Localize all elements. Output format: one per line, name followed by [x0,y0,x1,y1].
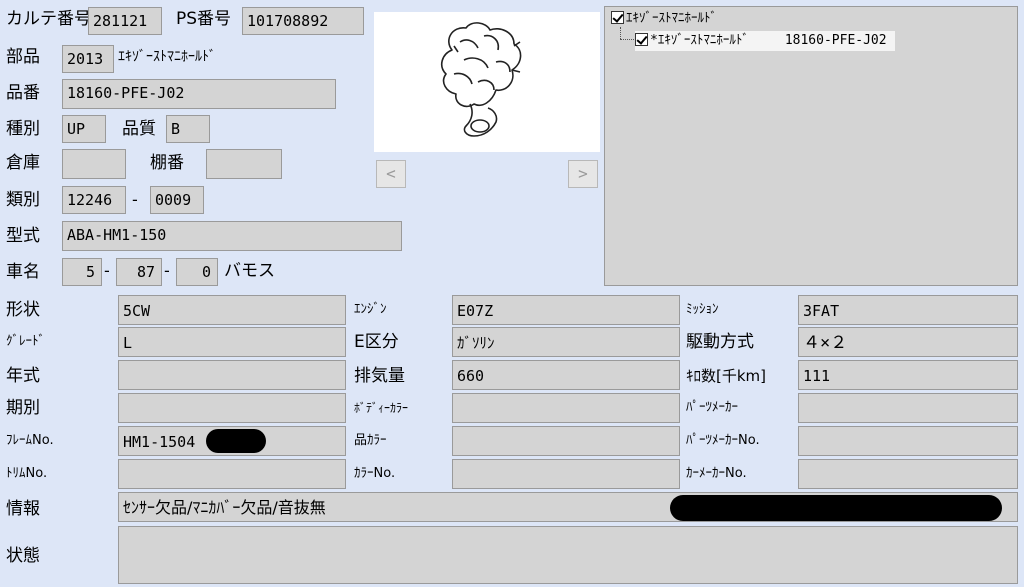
tree-connector-horizontal [620,39,634,40]
car-code-field-3[interactable]: 0 [176,258,218,286]
year-field[interactable] [118,360,346,390]
mission-label: ﾐｯｼｮﾝ [686,302,719,317]
quality-label: 品質 [122,119,156,139]
tree-root-checkbox[interactable] [611,11,624,24]
car-separator-2: - [164,261,170,280]
part-name-text: ｴｷｿﾞｰｽﾄﾏﾆﾎｰﾙﾄﾞ [118,49,216,65]
parts-tree-view[interactable]: ｴｷｿﾞｰｽﾄﾏﾆﾎｰﾙﾄﾞ *ｴｷｿﾞｰｽﾄﾏﾆﾎｰﾙﾄﾞ 18160-PFE-… [604,6,1018,286]
info-label: 情報 [6,499,40,519]
parts-maker-number-label: ﾊﾟｰﾂﾒｰｶｰNo. [686,433,760,448]
grade-label: ｸﾞﾚｰﾄﾞ [6,334,45,349]
year-label: 年式 [6,366,40,386]
displacement-label: 排気量 [354,366,405,386]
displacement-field[interactable]: 660 [452,360,680,390]
karte-number-field[interactable]: 281121 [88,7,162,35]
km-label: ｷﾛ数[千km] [686,367,767,385]
tree-child-checkbox[interactable] [635,33,648,46]
e-class-field[interactable]: ｶﾞｿﾘﾝ [452,327,680,357]
category-label: 類別 [6,190,40,210]
kind-label: 種別 [6,119,40,139]
model-field[interactable]: ABA-HM1-150 [62,221,402,251]
car-code-field-1[interactable]: 5 [62,258,102,286]
body-color-field[interactable] [452,393,680,423]
engine-field[interactable]: E07Z [452,295,680,325]
e-class-label: E区分 [354,332,399,352]
period-field[interactable] [118,393,346,423]
drive-label: 駆動方式 [686,332,754,352]
part-label: 部品 [6,47,40,67]
car-code-field-2[interactable]: 87 [116,258,162,286]
shape-label: 形状 [6,300,40,320]
grade-field[interactable]: L [118,327,346,357]
km-field[interactable]: 111 [798,360,1018,390]
category-separator: - [132,190,138,209]
shelf-field[interactable] [206,149,282,179]
part-code-field[interactable]: 2013 [62,45,114,73]
part-color-label: 品ｶﾗｰ [354,433,387,448]
shelf-label: 棚番 [150,153,184,173]
prev-image-button[interactable]: < [376,160,406,188]
tree-child-label: *ｴｷｿﾞｰｽﾄﾏﾆﾎｰﾙﾄﾞ [650,33,749,48]
kind-field[interactable]: UP [62,115,106,143]
ps-number-label: PS番号 [176,9,232,29]
redaction-mark-info [670,495,1002,521]
shape-field[interactable]: 5CW [118,295,346,325]
category-field-2[interactable]: 0009 [150,186,204,214]
exhaust-manifold-drawing [440,22,522,137]
body-color-label: ﾎﾞﾃﾞｨｰｶﾗｰ [354,401,409,415]
car-separator-1: - [104,261,110,280]
parts-maker-label: ﾊﾟｰﾂﾒｰｶｰ [686,400,738,415]
color-number-label: ｶﾗｰNo. [354,466,396,481]
car-name-text: バモス [224,261,275,281]
part-image [374,12,600,152]
category-field-1[interactable]: 12246 [62,186,126,214]
condition-label: 状態 [6,546,40,566]
ps-number-field[interactable]: 101708892 [242,7,364,35]
engine-label: ｴﾝｼﾞﾝ [354,302,387,317]
car-name-label: 車名 [6,262,40,282]
frame-number-label: ﾌﾚｰﾑNo. [6,433,54,448]
parts-maker-field[interactable] [798,393,1018,423]
trim-number-label: ﾄﾘﾑNo. [6,466,48,481]
redaction-mark-frame [206,429,266,453]
color-number-field[interactable] [452,459,680,489]
car-maker-number-field[interactable] [798,459,1018,489]
trim-number-field[interactable] [118,459,346,489]
tree-child-item[interactable]: *ｴｷｿﾞｰｽﾄﾏﾆﾎｰﾙﾄﾞ 18160-PFE-J02 [635,31,895,51]
condition-field[interactable] [118,526,1018,584]
next-image-button[interactable]: > [568,160,598,188]
part-number-label: 品番 [6,83,40,103]
karte-number-label: カルテ番号 [6,9,91,29]
warehouse-label: 倉庫 [6,153,40,173]
model-label: 型式 [6,226,40,246]
part-color-field[interactable] [452,426,680,456]
drive-field[interactable]: ４×２ [798,327,1018,357]
tree-connector-vertical [620,27,621,39]
quality-field[interactable]: B [166,115,210,143]
tree-child-part-number: 18160-PFE-J02 [784,33,887,48]
mission-field[interactable]: 3FAT [798,295,1018,325]
warehouse-field[interactable] [62,149,126,179]
period-label: 期別 [6,398,40,418]
part-number-field[interactable]: 18160-PFE-J02 [62,79,336,109]
tree-root-item[interactable]: ｴｷｿﾞｰｽﾄﾏﾆﾎｰﾙﾄﾞ [611,9,717,29]
parts-maker-number-field[interactable] [798,426,1018,456]
car-maker-number-label: ｶｰﾒｰｶｰNo. [686,466,747,481]
tree-root-label: ｴｷｿﾞｰｽﾄﾏﾆﾎｰﾙﾄﾞ [626,11,717,26]
